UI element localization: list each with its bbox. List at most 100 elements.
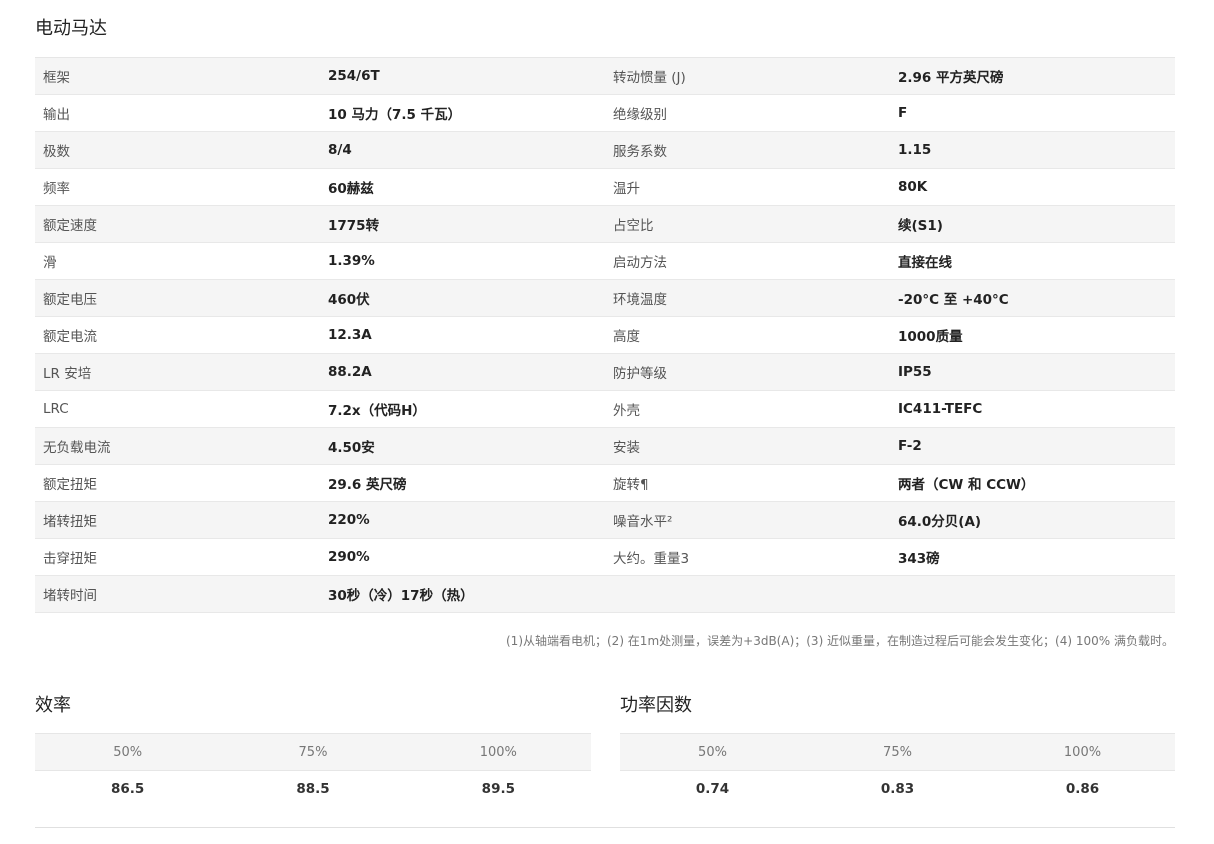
spec-label: 击穿扭矩 (35, 538, 320, 576)
spec-value: 88.2A (320, 353, 605, 391)
spec-value: IC411-TEFC (890, 390, 1175, 428)
spec-label: 安装 (605, 427, 890, 465)
spec-value (890, 575, 1175, 613)
motor-section-title: 电动马达 (35, 18, 107, 39)
spec-label: 频率 (35, 168, 320, 206)
efficiency-header-50: 50% (35, 733, 221, 771)
spec-row: 框架 254/6T 转动惯量 (J) 2.96 平方英尺磅 (35, 57, 1175, 95)
efficiency-value-100: 89.5 (481, 781, 515, 798)
spec-label: 输出 (35, 94, 320, 132)
spec-label (605, 575, 890, 613)
spec-label: 无负载电流 (35, 427, 320, 465)
efficiency-value-row: 86.5 88.5 89.5 (35, 771, 591, 808)
power-factor-value-100: 0.86 (1065, 781, 1100, 798)
spec-label: 额定扭矩 (35, 464, 320, 502)
spec-value: 1.39% (320, 242, 605, 280)
efficiency-section-title: 效率 (35, 695, 71, 716)
spec-label: 外壳 (605, 390, 890, 428)
spec-row: 击穿扭矩 290% 大约。重量3 343磅 (35, 538, 1175, 576)
power-factor-header-50: 50% (620, 733, 805, 771)
spec-row: 堵转时间 30秒（冷）17秒（热） (35, 575, 1175, 613)
motor-spec-body: 框架 254/6T 转动惯量 (J) 2.96 平方英尺磅 输出 10 马力（7.5 千瓦… (35, 57, 1175, 613)
spec-row: 额定电压 460伏 环境温度 -20°C 至 +40°C (35, 279, 1175, 317)
spec-row: 滑 1.39% 启动方法 直接在线 (35, 242, 1175, 280)
spec-label: 转动惯量 (J) (605, 57, 890, 95)
spec-value: IP55 (890, 353, 1175, 391)
motor-footnote: (1)从轴端看电机；(2) 在1m处测量，误差为+3dB(A)；(3) 近似重量… (506, 634, 1174, 648)
spec-row: LRC 7.2x（代码H） 外壳 IC411-TEFC (35, 390, 1175, 428)
spec-value: 30秒（冷）17秒（热） (320, 575, 605, 613)
spec-label: 旋转¶ (605, 464, 890, 502)
spec-label: 占空比 (605, 205, 890, 243)
spec-value: 29.6 英尺磅 (320, 464, 605, 502)
spec-value: 4.50安 (320, 427, 605, 465)
spec-label: 滑 (35, 242, 320, 280)
spec-row: 无负载电流 4.50安 安装 F-2 (35, 427, 1175, 465)
power-factor-value-75: 0.83 (880, 781, 915, 798)
power-factor-header-row: 50% 75% 100% (620, 733, 1175, 771)
spec-row: LR 安培 88.2A 防护等级 IP55 (35, 353, 1175, 391)
spec-value: 直接在线 (890, 242, 1175, 280)
efficiency-header-100: 100% (405, 733, 591, 771)
efficiency-header-row: 50% 75% 100% (35, 733, 591, 771)
spec-label: 服务系数 (605, 131, 890, 169)
spec-value: 10 马力（7.5 千瓦） (320, 94, 605, 132)
power-factor-header-75: 75% (805, 733, 990, 771)
spec-value: F-2 (890, 427, 1175, 465)
spec-value: 8/4 (320, 131, 605, 169)
efficiency-value-50: 86.5 (111, 781, 145, 798)
motor-spec-table: 框架 254/6T 转动惯量 (J) 2.96 平方英尺磅 输出 10 马力（7.5 千瓦… (35, 57, 1175, 613)
spec-label: 堵转时间 (35, 575, 320, 613)
spec-label: 防护等级 (605, 353, 890, 391)
spec-value: 1775转 (320, 205, 605, 243)
spec-value: 290% (320, 538, 605, 576)
spec-value: 两者（CW 和 CCW） (890, 464, 1175, 502)
power-factor-header-100: 100% (990, 733, 1175, 771)
spec-label: 绝缘级别 (605, 94, 890, 132)
spec-label: LR 安培 (35, 353, 320, 391)
spec-label: LRC (35, 390, 320, 428)
spec-row: 堵转扭矩 220% 噪音水平² 64.0分贝(A) (35, 501, 1175, 539)
spec-label: 大约。重量3 (605, 538, 890, 576)
spec-value: 1000质量 (890, 316, 1175, 354)
spec-value: 7.2x（代码H） (320, 390, 605, 428)
spec-label: 环境温度 (605, 279, 890, 317)
spec-row: 极数 8/4 服务系数 1.15 (35, 131, 1175, 169)
spec-value: 254/6T (320, 57, 605, 95)
spec-value: 续(S1) (890, 205, 1175, 243)
spec-label: 堵转扭矩 (35, 501, 320, 539)
spec-value: 343磅 (890, 538, 1175, 576)
bottom-divider (35, 827, 1175, 828)
spec-row: 额定电流 12.3A 高度 1000质量 (35, 316, 1175, 354)
spec-value: 60赫兹 (320, 168, 605, 206)
spec-value: 64.0分贝(A) (890, 501, 1175, 539)
efficiency-value-75: 88.5 (296, 781, 330, 798)
spec-label: 框架 (35, 57, 320, 95)
spec-row: 输出 10 马力（7.5 千瓦） 绝缘级别 F (35, 94, 1175, 132)
spec-label: 温升 (605, 168, 890, 206)
spec-label: 额定电压 (35, 279, 320, 317)
spec-label: 额定电流 (35, 316, 320, 354)
spec-row: 频率 60赫兹 温升 80K (35, 168, 1175, 206)
power-factor-section-title: 功率因数 (620, 695, 692, 716)
spec-row: 额定速度 1775转 占空比 续(S1) (35, 205, 1175, 243)
spec-value: -20°C 至 +40°C (890, 279, 1175, 317)
spec-value: 12.3A (320, 316, 605, 354)
spec-value: F (890, 94, 1175, 132)
spec-label: 高度 (605, 316, 890, 354)
power-factor-value-50: 0.74 (695, 781, 730, 798)
efficiency-table: 50% 75% 100% 86.5 88.5 89.5 (35, 733, 591, 808)
power-factor-value-row: 0.74 0.83 0.86 (620, 771, 1175, 808)
spec-row: 额定扭矩 29.6 英尺磅 旋转¶ 两者（CW 和 CCW） (35, 464, 1175, 502)
spec-label: 噪音水平² (605, 501, 890, 539)
spec-value: 2.96 平方英尺磅 (890, 57, 1175, 95)
spec-value: 460伏 (320, 279, 605, 317)
spec-label: 极数 (35, 131, 320, 169)
power-factor-table: 50% 75% 100% 0.74 0.83 0.86 (620, 733, 1175, 808)
efficiency-header-75: 75% (220, 733, 406, 771)
spec-value: 220% (320, 501, 605, 539)
spec-value: 80K (890, 168, 1175, 206)
spec-value: 1.15 (890, 131, 1175, 169)
spec-label: 额定速度 (35, 205, 320, 243)
spec-label: 启动方法 (605, 242, 890, 280)
